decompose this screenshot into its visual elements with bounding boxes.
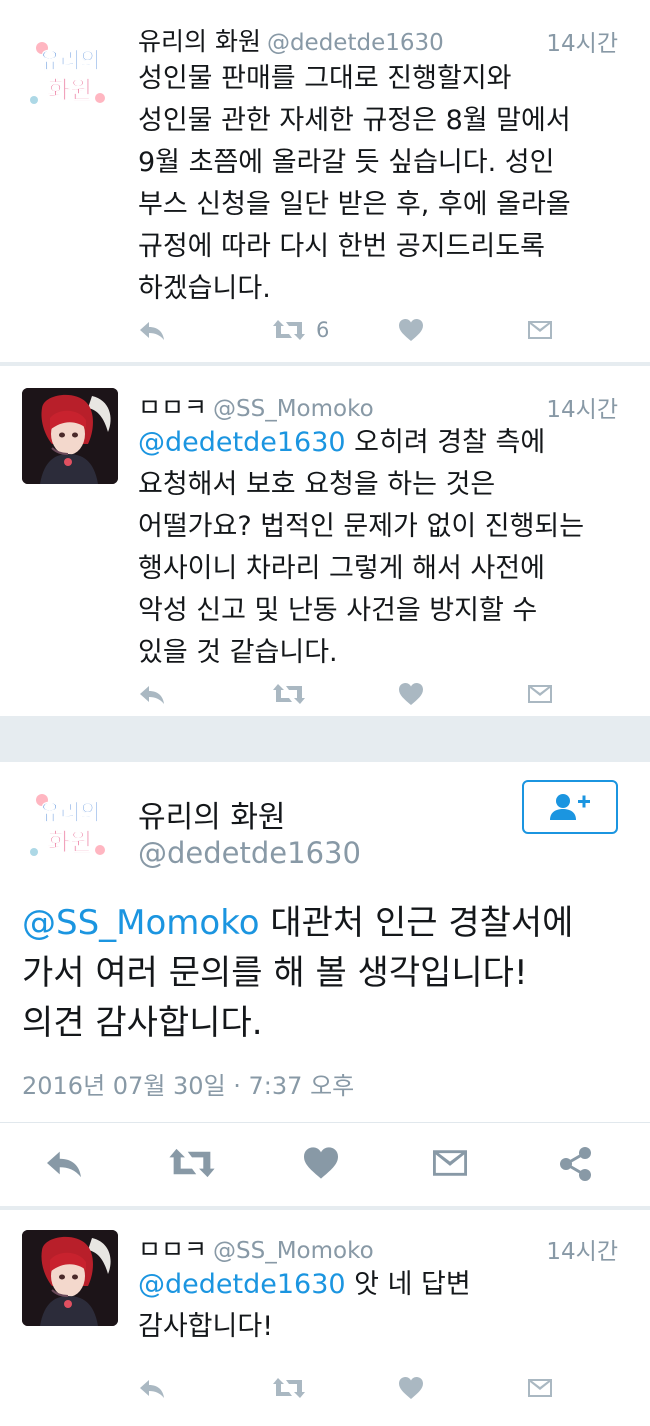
reply-icon [140, 686, 164, 704]
tweet-actions [0, 1146, 650, 1186]
direct-message-button[interactable] [526, 1376, 554, 1400]
yuri-logo-avatar: 유리의 화원 [30, 42, 105, 104]
reply-icon [140, 322, 164, 340]
like-button[interactable] [398, 1376, 424, 1400]
timestamp[interactable]: 14시간 [546, 24, 618, 58]
direct-message-button[interactable] [526, 318, 554, 342]
like-button[interactable] [398, 682, 424, 706]
reply-icon [47, 1151, 81, 1178]
reply-button[interactable] [44, 1146, 84, 1184]
reply-icon [140, 1380, 164, 1398]
follow-button[interactable] [522, 780, 618, 834]
timestamp[interactable]: 14시간 [546, 1232, 618, 1266]
avatar[interactable]: 유리의 화원 [22, 28, 118, 124]
tweet-date[interactable]: 2016년 07월 30일 · 7:37 오후 [22, 1066, 354, 1101]
heart-icon [304, 1147, 338, 1179]
retweet-icon [273, 1378, 305, 1398]
mention-link[interactable]: @SS_Momoko [22, 903, 260, 943]
tweet-text: @SS_Momoko 대관처 인근 경찰서에 가서 여러 문의를 해 볼 생각입… [22, 898, 632, 1048]
tweet-actions [138, 1376, 618, 1406]
retweet-button[interactable]: 6 [272, 318, 329, 342]
reply-button[interactable] [138, 318, 166, 342]
heart-icon [399, 683, 423, 705]
user-name[interactable]: ㅁㅁㅋ [138, 1235, 207, 1264]
retweet-button[interactable] [272, 1376, 306, 1400]
direct-message-button[interactable] [430, 1146, 470, 1184]
tweet-text: 성인물 판매를 그대로 진행할지와 성인물 관한 자세한 규정은 8월 말에서 … [138, 63, 571, 304]
user-handle[interactable]: @dedetde1630 [267, 30, 444, 56]
retweet-icon [273, 320, 305, 340]
direct-message-icon [528, 321, 552, 339]
heart-icon [399, 319, 423, 341]
yuri-logo-avatar: 유리의 화원 [30, 794, 105, 856]
user-name[interactable]: ㅁㅁㅋ [138, 393, 207, 422]
direct-message-icon [528, 685, 552, 703]
tweet-actions [138, 682, 618, 712]
user-handle[interactable]: @SS_Momoko [213, 1238, 374, 1264]
share-button[interactable] [558, 1146, 594, 1186]
direct-message-icon [433, 1150, 467, 1176]
display-name[interactable]: ㅁㅁㅋ @SS_Momoko [138, 1230, 374, 1266]
svg-text:유리의: 유리의 [40, 49, 101, 74]
heart-icon [399, 1377, 423, 1399]
tweet-card[interactable]: ㅁㅁㅋ @SS_Momoko 14시간 @dedetde1630 오히려 경찰 측… [0, 366, 650, 716]
character-avatar [22, 388, 118, 484]
tweet-actions: 6 [138, 318, 618, 348]
user-handle[interactable]: @dedetde1630 [138, 836, 361, 870]
direct-message-button[interactable] [526, 682, 554, 706]
reply-button[interactable] [138, 682, 166, 706]
timestamp[interactable]: 14시간 [546, 390, 618, 424]
like-button[interactable] [398, 318, 424, 342]
avatar[interactable] [22, 388, 118, 484]
mention-link[interactable]: @dedetde1630 [138, 1269, 346, 1300]
tweet-card[interactable]: ㅁㅁㅋ @SS_Momoko 14시간 @dedetde1630 앗 네 답변 감… [0, 1210, 650, 1426]
like-button[interactable] [302, 1146, 340, 1184]
tweet-body: 오히려 경찰 측에 요청해서 보호 요청을 하는 것은 어떨가요? 법적인 문제… [138, 427, 585, 668]
display-name[interactable]: 유리의 화원 [138, 792, 286, 836]
user-name[interactable]: 유리의 화원 [138, 27, 261, 56]
display-name[interactable]: ㅁㅁㅋ @SS_Momoko [138, 388, 374, 424]
divider [0, 1122, 650, 1123]
share-icon [560, 1147, 591, 1181]
avatar[interactable]: 유리의 화원 [22, 780, 118, 876]
retweet-icon [273, 684, 305, 704]
tweet-card[interactable]: 유리의 화원 유리의 화원 @dedetde1630 14시간 성인물 판매를 그… [0, 0, 650, 362]
svg-text:유리의: 유리의 [40, 801, 101, 826]
mention-link[interactable]: @dedetde1630 [138, 427, 346, 458]
avatar[interactable] [22, 1230, 118, 1326]
tweet-text: @dedetde1630 앗 네 답변 감사합니다! [138, 1264, 628, 1348]
focused-tweet-card: 유리의 화원 유리의 화원 @dedetde1630 @SS_Momoko 대관… [0, 762, 650, 1206]
retweet-icon [169, 1148, 215, 1178]
character-avatar [22, 1230, 118, 1326]
retweet-button[interactable] [168, 1146, 216, 1184]
retweet-count: 6 [316, 318, 330, 342]
direct-message-icon [528, 1379, 552, 1397]
reply-button[interactable] [138, 1376, 166, 1400]
svg-text:화원: 화원 [48, 828, 92, 856]
display-name[interactable]: 유리의 화원 @dedetde1630 [138, 22, 444, 58]
tweet-text: @dedetde1630 오히려 경찰 측에 요청해서 보호 요청을 하는 것은… [138, 422, 628, 674]
follow-icon [550, 794, 590, 820]
user-handle[interactable]: @SS_Momoko [213, 396, 374, 422]
retweet-button[interactable] [272, 682, 306, 706]
svg-text:화원: 화원 [48, 76, 92, 104]
